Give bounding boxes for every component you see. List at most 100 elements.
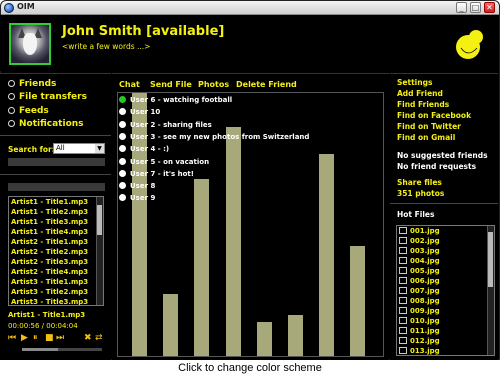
tab-delete-friend[interactable]: Delete Friend [236, 80, 297, 89]
friend-list-item[interactable]: User 4 - :) [119, 145, 169, 153]
playlist-item[interactable]: Artist1 - Title4.mp3 [9, 227, 103, 237]
playlist-item[interactable]: Artist1 - Title3.mp3 [9, 217, 103, 227]
image-file-icon [399, 347, 407, 354]
user-name-status[interactable]: John Smith [available] [62, 24, 224, 39]
playlist-item[interactable]: Artist3 - Title2.mp3 [9, 287, 103, 297]
playlist-item[interactable]: Artist2 - Title1.mp3 [9, 237, 103, 247]
offline-status-icon [119, 157, 126, 165]
find-on-gmail-link[interactable]: Find on Gmail [397, 133, 455, 142]
playlist-filter-input[interactable] [8, 183, 105, 191]
friend-label: User 4 - :) [130, 145, 170, 154]
playlist-item[interactable]: Artist3 - Title1.mp3 [9, 277, 103, 287]
share-files-link[interactable]: Share files [397, 178, 442, 187]
change-color-scheme-link[interactable]: Click to change color scheme [0, 362, 500, 374]
maximize-button[interactable]: □ [470, 2, 481, 13]
decorative-bar [226, 127, 241, 356]
friend-label: User 2 - sharing files [130, 120, 212, 129]
tab-photos[interactable]: Photos [198, 80, 229, 89]
radio-icon [8, 120, 15, 127]
offline-status-icon [119, 132, 126, 140]
playlist-item[interactable]: Artist2 - Title2.mp3 [9, 247, 103, 257]
hot-file-item[interactable]: 009.jpg [397, 306, 494, 316]
stop-icon[interactable]: ■ [45, 333, 54, 343]
find-on-twitter-link[interactable]: Find on Twitter [397, 122, 461, 131]
image-file-icon [399, 317, 407, 324]
title-bar[interactable]: OIM _ □ ✕ [1, 1, 499, 15]
tab-chat[interactable]: Chat [119, 80, 140, 89]
playlist-item[interactable]: Artist2 - Title3.mp3 [9, 257, 103, 267]
playlist-item[interactable]: Artist1 - Title2.mp3 [9, 207, 103, 217]
playlist-item[interactable]: Artist2 - Title4.mp3 [9, 267, 103, 277]
find-friends-link[interactable]: Find Friends [397, 100, 449, 109]
hot-file-label: 008.jpg [410, 297, 440, 305]
tools-icon[interactable]: ✖ [84, 333, 92, 343]
friend-label: User 9 [130, 194, 156, 203]
avatar[interactable] [9, 23, 51, 65]
volume-level [22, 348, 58, 351]
hot-file-label: 013.jpg [410, 347, 440, 355]
hot-file-item[interactable]: 004.jpg [397, 256, 494, 266]
divider [390, 203, 498, 204]
playlist-item[interactable]: Artist1 - Title1.mp3 [9, 197, 103, 207]
hot-file-item[interactable]: 012.jpg [397, 336, 494, 346]
image-file-icon [399, 237, 407, 244]
offline-status-icon [119, 182, 126, 190]
friend-list-item[interactable]: User 2 - sharing files [119, 120, 212, 129]
hot-file-item[interactable]: 008.jpg [397, 296, 494, 306]
search-input[interactable] [8, 158, 105, 166]
tab-send-file[interactable]: Send File [150, 80, 192, 89]
decorative-bar [163, 294, 178, 356]
hot-file-item[interactable]: 006.jpg [397, 276, 494, 286]
scroll-thumb[interactable] [97, 205, 102, 235]
shuffle-icon[interactable]: ⇄ [95, 333, 103, 343]
friend-label: User 5 - on vacation [130, 157, 210, 166]
hot-file-label: 010.jpg [410, 317, 440, 325]
minimize-button[interactable]: _ [456, 2, 467, 13]
close-button[interactable]: ✕ [484, 2, 495, 13]
playlist[interactable]: Artist1 - Title1.mp3 Artist1 - Title2.mp3… [8, 196, 104, 306]
playlist-item[interactable]: Artist3 - Title3.mp3 [9, 297, 103, 305]
friend-list-item[interactable]: User 8 [119, 182, 155, 190]
nav-item-friends[interactable]: Friends [8, 79, 56, 89]
friend-list-item[interactable]: User 5 - on vacation [119, 157, 210, 166]
image-file-icon [399, 337, 407, 344]
hot-file-label: 011.jpg [410, 327, 440, 335]
hot-file-item[interactable]: 013.jpg [397, 346, 494, 355]
friends-list-panel [117, 92, 384, 357]
hot-file-item[interactable]: 003.jpg [397, 246, 494, 256]
hot-file-item[interactable]: 005.jpg [397, 266, 494, 276]
settings-link[interactable]: Settings [397, 78, 432, 87]
hot-file-item[interactable]: 002.jpg [397, 236, 494, 246]
app-logo-icon [4, 3, 14, 13]
previous-icon[interactable]: ⏮ [8, 333, 16, 343]
nav-item-feeds[interactable]: Feeds [8, 106, 49, 116]
nav-item-file-transfers[interactable]: File transfers [8, 92, 87, 102]
add-friend-link[interactable]: Add Friend [397, 89, 443, 98]
find-on-facebook-link[interactable]: Find on Facebook [397, 111, 471, 120]
photos-count-link[interactable]: 351 photos [397, 189, 444, 198]
volume-slider[interactable] [22, 348, 102, 351]
brand-logo-icon[interactable] [452, 28, 486, 62]
hot-files-list[interactable]: 001.jpg 002.jpg 003.jpg 004.jpg 005.jpg 006.j… [396, 225, 495, 356]
pause-icon[interactable]: ⏸ [33, 333, 38, 343]
hot-files-scrollbar[interactable] [487, 226, 494, 355]
playlist-scrollbar[interactable] [96, 197, 103, 305]
scroll-thumb[interactable] [488, 232, 493, 287]
hot-file-item[interactable]: 011.jpg [397, 326, 494, 336]
nav-item-notifications[interactable]: Notifications [8, 119, 84, 129]
friend-list-item[interactable]: User 6 - watching football [119, 96, 232, 104]
friend-list-item[interactable]: User 3 - see my new photos from Switzerl… [119, 132, 309, 141]
hot-file-item[interactable]: 007.jpg [397, 286, 494, 296]
hot-file-item[interactable]: 010.jpg [397, 316, 494, 326]
hot-file-item[interactable]: 001.jpg [397, 226, 494, 236]
friend-list-item[interactable]: User 10 [119, 108, 160, 116]
next-icon[interactable]: ⏭ [56, 333, 64, 343]
status-message[interactable]: <write a few words ...> [62, 42, 150, 51]
offline-status-icon [119, 120, 126, 128]
search-scope-select[interactable]: All ▼ [53, 143, 105, 154]
friend-list-item[interactable]: User 7 - it's hot! [119, 169, 194, 178]
play-icon[interactable]: ▶ [21, 333, 28, 343]
friend-list-item[interactable]: User 9 [119, 194, 155, 202]
nav-label: Friends [19, 79, 57, 89]
hot-files-title: Hot Files [397, 210, 435, 219]
